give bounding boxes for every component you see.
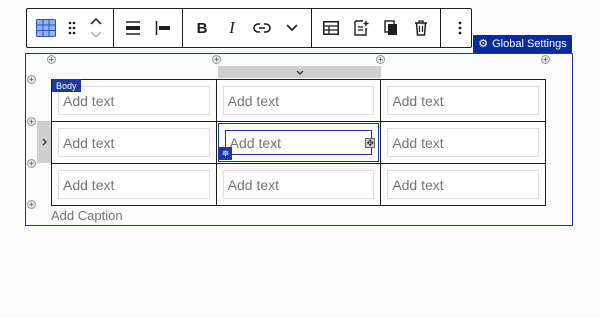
more-formatting-button[interactable] <box>277 9 307 47</box>
cell-text-input[interactable]: Add text <box>222 86 375 115</box>
link-button[interactable] <box>247 9 277 47</box>
cell-text-input[interactable]: Add text <box>58 170 210 199</box>
table-cell[interactable]: Add text <box>380 121 546 164</box>
table-row: Add text Add text Add text <box>51 163 546 206</box>
insert-icon <box>354 20 369 36</box>
bold-button[interactable]: B <box>187 9 217 47</box>
more-options-icon <box>458 21 462 35</box>
row-selector[interactable] <box>37 121 51 163</box>
column-selector[interactable] <box>218 66 381 78</box>
bold-label: B <box>196 19 208 37</box>
table-cell-active[interactable]: Add text ✥ <box>215 121 382 164</box>
data-table: Add text Add text Add text Add text Add … <box>51 79 546 206</box>
toolbar-group-alignment <box>114 9 183 47</box>
cell-text-input[interactable]: Add text <box>58 128 210 157</box>
table-cell[interactable]: Add text <box>380 163 546 206</box>
cell-text-input[interactable]: Add text <box>58 86 210 115</box>
table-cell[interactable]: Add text <box>51 121 217 164</box>
table-row: Add text Add text ✥ Add text <box>51 121 546 164</box>
cell-settings-icon[interactable]: ≑ <box>219 147 232 160</box>
trash-icon <box>415 20 427 36</box>
active-cell-outline: Add text ✥ <box>217 123 380 162</box>
delete-button[interactable] <box>406 9 436 47</box>
move-block-button[interactable] <box>83 9 109 47</box>
insert-row-plus-icon[interactable]: + <box>27 75 36 84</box>
body-section-label: Body <box>52 79 81 92</box>
move-up-down-icon <box>90 17 102 39</box>
insert-column-plus-icon[interactable]: + <box>47 55 56 64</box>
insert-column-plus-icon[interactable]: + <box>541 55 550 64</box>
toolbar-group-block <box>27 9 114 47</box>
toolbar-group-formatting: B I <box>183 9 312 47</box>
drag-handle-icon <box>68 21 76 35</box>
edit-table-button[interactable] <box>316 9 346 47</box>
gear-icon: ⚙ <box>478 37 489 50</box>
global-settings-label: Global Settings <box>492 38 567 50</box>
table-cell[interactable]: Add text <box>380 79 546 122</box>
align-wide-icon <box>126 21 140 35</box>
block-toolbar: B I <box>26 8 472 48</box>
toolbar-group-table-actions <box>312 9 441 47</box>
insert-button[interactable] <box>346 9 376 47</box>
insert-row-plus-icon[interactable]: + <box>27 200 36 209</box>
insert-column-plus-icon[interactable]: + <box>376 55 385 64</box>
chevron-right-icon <box>42 138 47 146</box>
table-block-icon <box>36 19 56 37</box>
duplicate-button[interactable] <box>376 9 406 47</box>
table-cell[interactable]: Add text <box>215 79 382 122</box>
cell-text-input[interactable]: Add text <box>387 128 539 157</box>
cell-text-input[interactable]: Add text <box>222 170 375 199</box>
cell-text-input[interactable]: Add text <box>224 130 373 155</box>
move-cell-icon[interactable]: ✥ <box>365 138 376 148</box>
chevron-down-icon <box>296 70 303 75</box>
link-icon <box>253 23 271 33</box>
more-options-button[interactable] <box>445 9 475 47</box>
caption-input[interactable]: Add Caption <box>51 208 123 223</box>
italic-button[interactable]: I <box>217 9 247 47</box>
global-settings-button[interactable]: ⚙ Global Settings <box>473 35 572 53</box>
align-wide-button[interactable] <box>118 9 148 47</box>
table-row: Add text Add text Add text <box>51 79 546 122</box>
insert-column-plus-icon[interactable]: + <box>212 55 221 64</box>
cell-text-input[interactable]: Add text <box>387 170 539 199</box>
table-block-button[interactable] <box>31 9 61 47</box>
chevron-down-icon <box>286 24 298 32</box>
table-cell[interactable]: Add text <box>51 163 217 206</box>
duplicate-icon <box>384 20 397 35</box>
table-cell[interactable]: Add text <box>215 163 382 206</box>
align-left-button[interactable] <box>148 9 178 47</box>
align-left-icon <box>155 21 170 35</box>
italic-label: I <box>229 18 235 37</box>
cell-text-input[interactable]: Add text <box>387 86 539 115</box>
insert-row-plus-icon[interactable]: + <box>27 159 36 168</box>
insert-row-plus-icon[interactable]: + <box>27 117 36 126</box>
edit-table-icon <box>323 21 339 35</box>
drag-handle-button[interactable] <box>61 9 83 47</box>
